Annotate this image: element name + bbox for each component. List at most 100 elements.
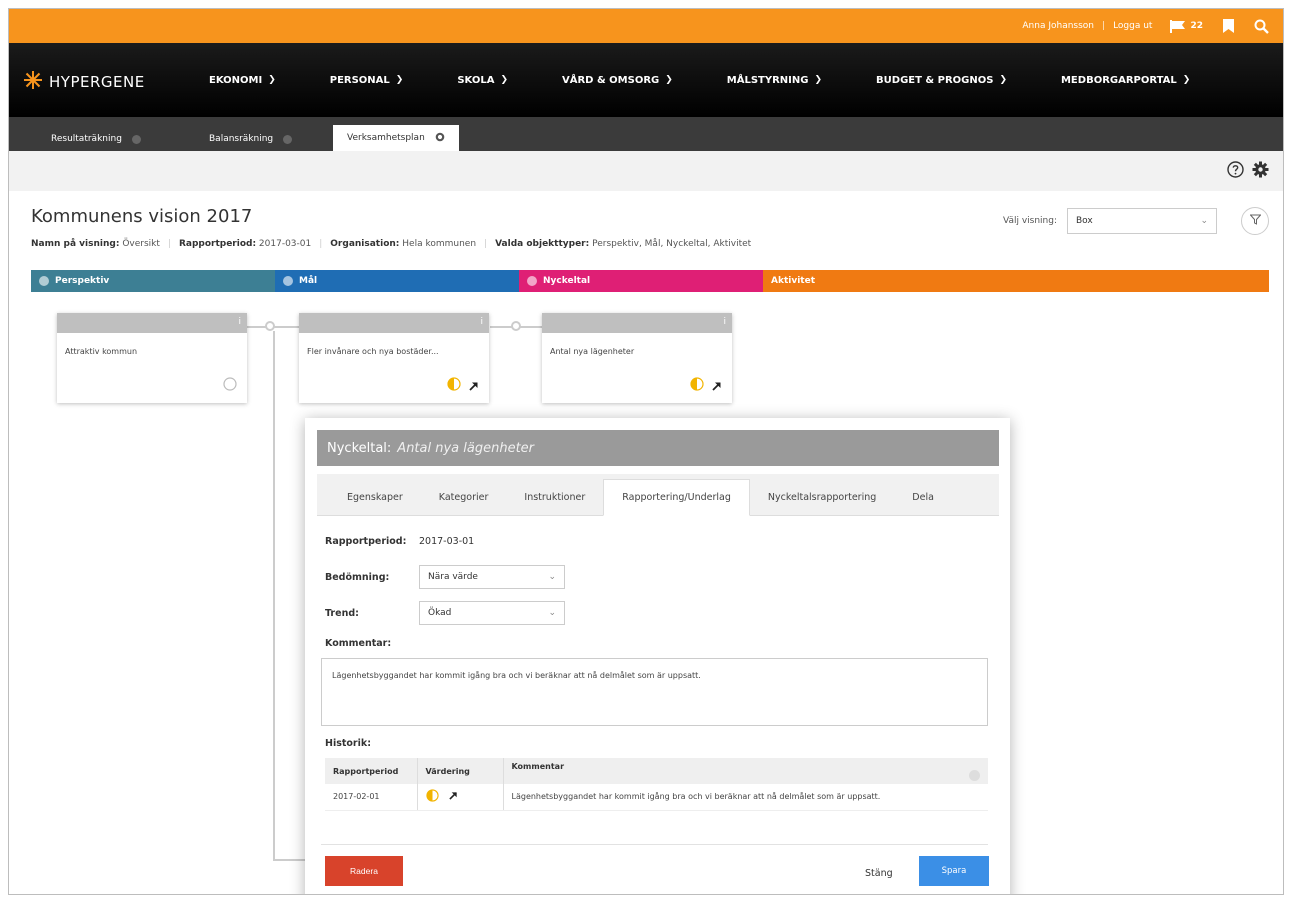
connector-line xyxy=(273,859,307,861)
tab-kategorier[interactable]: Kategorier xyxy=(421,492,507,515)
dialog-tabs: Egenskaper Kategorier Instruktioner Rapp… xyxy=(317,474,999,516)
info-icon[interactable] xyxy=(969,769,980,781)
comment-textarea[interactable]: Lägenhetsbyggandet har kommit igång bra … xyxy=(321,658,988,726)
nav-item-malstyrning[interactable]: MÅLSTYRNING ❯ xyxy=(727,75,822,86)
tab-resultatrakning[interactable]: Resultaträkning xyxy=(37,127,155,151)
tab-egenskaper[interactable]: Egenskaper xyxy=(329,492,421,515)
period-value: 2017-03-01 xyxy=(419,536,475,547)
close-tab-icon[interactable] xyxy=(435,132,445,145)
tab-verksamhetsplan[interactable]: Verksamhetsplan xyxy=(333,125,459,151)
bookmark-icon[interactable] xyxy=(1223,19,1234,33)
chevron-down-icon: ❯ xyxy=(999,75,1007,85)
close-tab-icon[interactable] xyxy=(283,134,293,144)
trend-up-arrow-icon xyxy=(712,376,722,395)
view-select[interactable]: Box ⌄ xyxy=(1067,208,1217,234)
view-select-label: Välj visning: xyxy=(1002,216,1057,226)
period-label: Rapportperiod: xyxy=(325,536,407,547)
info-icon[interactable]: i xyxy=(480,317,483,327)
status-circle-icon xyxy=(223,376,237,395)
trend-label: Trend: xyxy=(325,608,359,619)
logo[interactable]: HYPERGENE xyxy=(23,70,145,94)
column-header: Kommentar xyxy=(503,758,988,784)
page-title: Kommunens vision 2017 xyxy=(31,206,253,227)
main-navigation: HYPERGENE EKONOMI ❯ PERSONAL ❯ SKOLA ❯ VÅRD… xyxy=(9,43,1283,117)
trend-up-arrow-icon xyxy=(469,376,479,395)
logo-text: HYPERGENE xyxy=(49,73,145,91)
save-button[interactable]: Spara xyxy=(919,856,989,886)
nav-item-ekonomi[interactable]: EKONOMI ❯ xyxy=(209,75,276,86)
page-meta: Namn på visning: Översikt | Rapportperio… xyxy=(31,239,752,249)
column-header: Rapportperiod xyxy=(325,758,418,784)
nav-item-vard-omsorg[interactable]: VÅRD & OMSORG ❯ xyxy=(562,75,673,86)
column-header-mal[interactable]: Mål xyxy=(275,270,519,292)
history-period: 2017-02-01 xyxy=(325,784,418,811)
half-moon-status-icon xyxy=(447,376,461,395)
trend-select[interactable]: Ökad ⌄ xyxy=(419,601,565,625)
hypergene-logo-icon xyxy=(23,70,43,94)
logout-link[interactable]: Logga ut xyxy=(1113,21,1152,31)
chevron-down-icon: ⌄ xyxy=(548,572,556,582)
card-mal[interactable]: i Fler invånare och nya bostäder... xyxy=(299,313,489,403)
chevron-down-icon: ⌄ xyxy=(548,608,556,618)
column-headers: Perspektiv Mål Nyckeltal Aktivitet xyxy=(31,270,1269,292)
close-button[interactable]: Stäng xyxy=(865,868,893,879)
search-icon[interactable] xyxy=(1254,19,1269,34)
toolbar xyxy=(9,151,1283,191)
trend-up-arrow-icon xyxy=(449,791,458,802)
notification-count: 22 xyxy=(1190,21,1203,31)
nav-item-budget-prognos[interactable]: BUDGET & PROGNOS ❯ xyxy=(876,75,1007,86)
edit-dialog: Nyckeltal: Antal nya lägenheter Egenskape… xyxy=(305,418,1010,894)
gear-icon[interactable] xyxy=(1252,161,1269,182)
comment-label: Kommentar: xyxy=(325,638,392,649)
connector-line xyxy=(273,331,275,861)
column-header-aktivitet[interactable]: Aktivitet xyxy=(763,270,1269,292)
half-moon-status-icon xyxy=(690,376,704,395)
tab-balansrakning[interactable]: Balansräkning xyxy=(195,127,306,151)
table-row: 2017-02-01 Lägenhetsbyggandet har kommit… xyxy=(325,784,988,811)
filter-button[interactable] xyxy=(1241,207,1269,235)
info-icon[interactable]: i xyxy=(238,317,241,327)
nav-item-medborgarportal[interactable]: MEDBORGARPORTAL ❯ xyxy=(1061,75,1190,86)
info-icon[interactable]: i xyxy=(723,317,726,327)
card-nyckeltal[interactable]: i Antal nya lägenheter xyxy=(542,313,732,403)
tab-bar: Resultaträkning Balansräkning Verksamhet… xyxy=(9,117,1283,151)
column-header-perspektiv[interactable]: Perspektiv xyxy=(31,270,275,292)
delete-button[interactable]: Radera xyxy=(325,856,403,886)
help-icon[interactable] xyxy=(1227,161,1244,182)
divider xyxy=(321,844,988,845)
tab-nyckeltalsrapportering[interactable]: Nyckeltalsrapportering xyxy=(750,492,894,515)
tab-dela[interactable]: Dela xyxy=(894,492,952,515)
user-name-link[interactable]: Anna Johansson xyxy=(1022,21,1094,31)
chevron-down-icon: ⌄ xyxy=(1200,216,1208,226)
history-value xyxy=(417,784,504,811)
tab-rapportering-underlag[interactable]: Rapportering/Underlag xyxy=(603,479,750,516)
view-selector: Välj visning: Box ⌄ xyxy=(1003,207,1269,235)
notifications-button[interactable]: 22 xyxy=(1170,19,1203,33)
nav-item-personal[interactable]: PERSONAL ❯ xyxy=(330,75,404,86)
card-perspektiv[interactable]: i Attraktiv kommun xyxy=(57,313,247,403)
filter-icon xyxy=(1248,214,1262,228)
nav-item-skola[interactable]: SKOLA ❯ xyxy=(457,75,508,86)
column-header-nyckeltal[interactable]: Nyckeltal xyxy=(519,270,763,292)
tab-instruktioner[interactable]: Instruktioner xyxy=(506,492,603,515)
chevron-down-icon: ❯ xyxy=(395,75,404,85)
connector-node xyxy=(511,321,521,331)
chevron-down-icon: ❯ xyxy=(665,75,673,85)
info-icon xyxy=(39,276,49,286)
info-icon xyxy=(283,276,293,286)
separator: | xyxy=(1102,21,1106,31)
chevron-down-icon: ❯ xyxy=(1182,75,1191,85)
dialog-title: Nyckeltal: Antal nya lägenheter xyxy=(317,430,999,466)
assessment-select[interactable]: Nära värde ⌄ xyxy=(419,565,565,589)
card-title: Antal nya lägenheter xyxy=(550,347,635,356)
history-table: Rapportperiod Värdering Kommentar 2017-0… xyxy=(325,758,988,811)
top-bar: Anna Johansson | Logga ut 22 xyxy=(9,9,1283,43)
assessment-label: Bedömning: xyxy=(325,572,390,583)
chevron-down-icon: ❯ xyxy=(814,75,823,85)
column-header: Värdering xyxy=(417,758,504,784)
chevron-down-icon: ❯ xyxy=(268,75,276,85)
info-icon xyxy=(527,276,537,286)
card-title: Attraktiv kommun xyxy=(65,347,138,356)
half-moon-status-icon xyxy=(425,789,439,804)
close-tab-icon[interactable] xyxy=(131,134,141,144)
